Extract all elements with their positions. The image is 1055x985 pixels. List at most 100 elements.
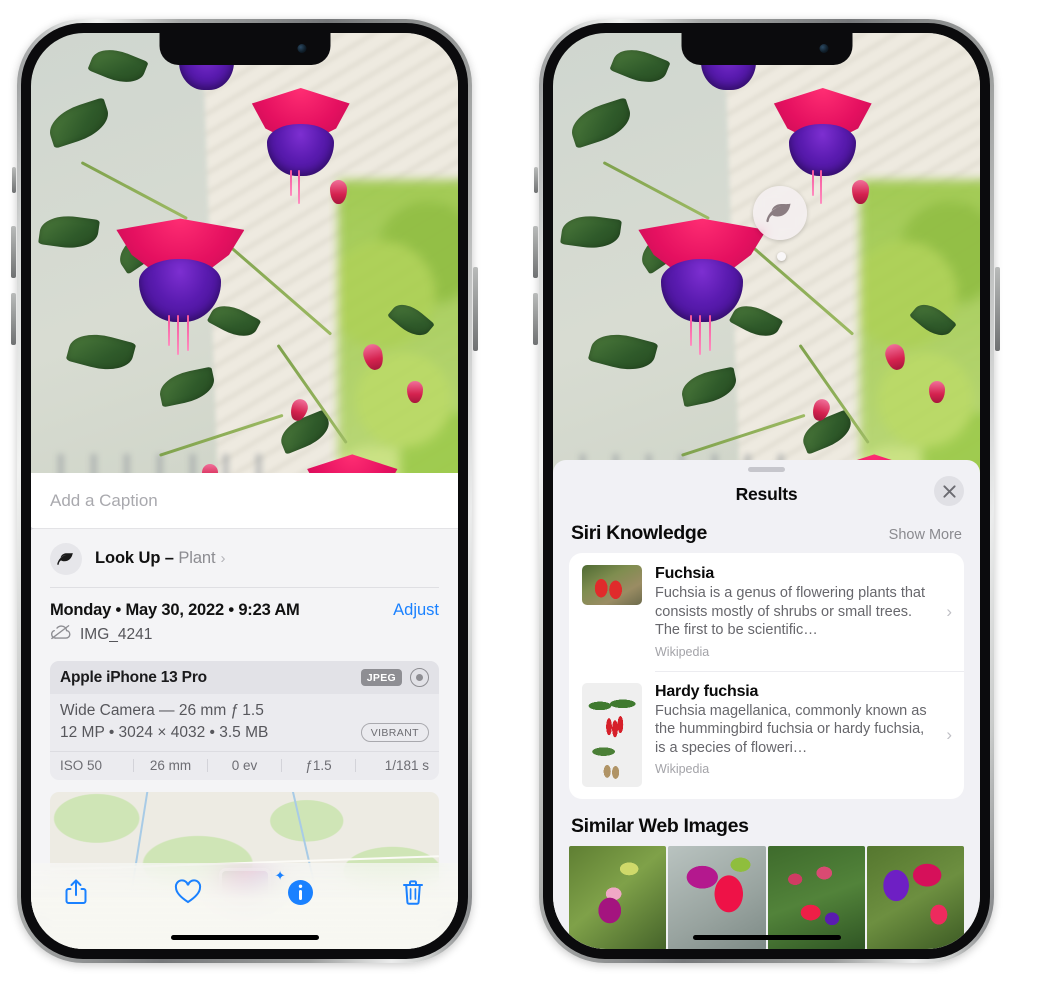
fuchsia-flower [771,87,875,204]
knowledge-thumbnail [582,565,642,605]
screenshot-stage: Add a Caption ✦ ✦ Look Up – Plant › [0,0,1055,985]
similar-web-images-strip[interactable] [553,845,980,949]
knowledge-description: Fuchsia magellanica, commonly known as t… [655,702,927,756]
lens-line: Wide Camera — 26 mm ƒ 1.5 [60,702,264,719]
phone-bezel-right: Results Siri Knowledge Show More Fuchsia… [543,23,990,959]
front-camera-icon [819,44,828,53]
chevron-right-icon: › [220,550,226,567]
photo-date: Monday • May 30, 2022 • 9:23 AM [50,601,300,619]
foliage-leaf [566,97,636,150]
heart-icon[interactable] [171,875,205,909]
exif-ev: 0 ev [231,758,258,773]
web-image-thumbnail[interactable] [569,845,667,949]
knowledge-thumbnail [582,682,642,787]
similar-web-images-header: Similar Web Images [553,799,980,846]
visual-lookup-anchor-dot [777,252,786,261]
exif-shutter: 1/181 s [384,758,429,773]
knowledge-row[interactable]: Hardy fuchsia Fuchsia magellanica, commo… [569,670,964,799]
display-notch [681,33,852,65]
chevron-right-icon: › [946,601,952,621]
raw-circle-icon [410,668,429,687]
plant-stem [602,161,711,221]
format-badge: JPEG [360,669,402,686]
volume-down-button[interactable] [11,293,16,345]
siri-knowledge-header: Siri Knowledge Show More [553,516,980,553]
foliage-leaf [559,212,622,253]
size-line: 12 MP • 3024 × 4032 • 3.5 MB [60,723,269,741]
similar-web-images-title: Similar Web Images [571,814,749,837]
cloud-slash-icon [50,624,72,645]
home-indicator[interactable] [170,935,319,940]
foliage-leaf [87,42,149,91]
caption-input-row[interactable]: Add a Caption [31,473,458,529]
volume-down-button[interactable] [533,293,538,345]
camera-card-body: Wide Camera — 26 mm ƒ 1.5 12 MP • 3024 ×… [50,694,439,751]
phone-right: Results Siri Knowledge Show More Fuchsia… [533,19,1000,963]
web-image-thumbnail[interactable] [767,845,865,949]
results-header: Results [553,472,980,516]
caption-placeholder: Add a Caption [50,490,158,510]
phone-left: Add a Caption ✦ ✦ Look Up – Plant › [11,19,478,963]
share-icon[interactable] [59,875,93,909]
power-button[interactable] [473,267,478,351]
knowledge-title: Fuchsia [655,565,715,582]
trash-icon[interactable] [396,875,430,909]
sparkle-icon: ✦ [274,868,286,883]
visual-lookup-leaf-badge[interactable] [753,186,807,240]
leaf-icon [50,542,82,575]
close-icon[interactable] [934,476,964,506]
foliage-leaf [156,366,218,408]
power-button[interactable] [995,267,1000,351]
camera-card-header: Apple iPhone 13 Pro JPEG [50,661,439,694]
web-image-thumbnail[interactable] [866,845,964,949]
fuchsia-flower [638,216,767,356]
home-indicator[interactable] [692,935,841,940]
front-camera-icon [297,44,306,53]
volume-up-button[interactable] [11,226,16,278]
photographic-style-badge: VIBRANT [360,723,429,742]
siri-knowledge-title: Siri Knowledge [571,522,707,544]
flower-bud [928,381,945,404]
knowledge-source: Wikipedia [655,762,710,777]
foliage-leaf [678,366,740,408]
screen-right: Results Siri Knowledge Show More Fuchsia… [553,33,980,949]
camera-info-card: Apple iPhone 13 Pro JPEG Wide Camera — 2… [50,661,439,780]
show-more-button[interactable]: Show More [889,527,962,543]
look-up-subject: Plant [178,549,216,567]
photo-filename: IMG_4241 [80,625,153,643]
results-title: Results [735,483,798,504]
adjust-button[interactable]: Adjust [393,601,439,620]
phone-bezel-left: Add a Caption ✦ ✦ Look Up – Plant › [21,23,468,959]
silent-switch[interactable] [534,167,538,193]
exif-iso: ISO 50 [60,758,103,773]
flower-bud [329,179,347,204]
foliage-leaf [44,97,114,150]
knowledge-source: Wikipedia [655,644,710,659]
silent-switch[interactable] [12,167,16,193]
look-up-label: Look Up – Plant [95,549,216,567]
web-image-thumbnail[interactable] [668,845,766,949]
chevron-right-icon: › [946,724,952,744]
siri-knowledge-card-group: Fuchsia Fuchsia is a genus of flowering … [569,553,964,799]
display-notch [159,33,330,65]
flower-bud [406,381,423,404]
foliage-leaf [37,212,100,253]
look-up-row[interactable]: ✦ ✦ Look Up – Plant › [31,522,458,588]
volume-up-button[interactable] [533,226,538,278]
exif-aperture: ƒ1.5 [305,758,332,773]
exif-focal: 26 mm [149,758,192,773]
sparkle-icon: ✦ [31,522,36,537]
results-sheet: Results Siri Knowledge Show More Fuchsia… [553,460,980,949]
knowledge-description: Fuchsia is a genus of flowering plants t… [655,585,926,639]
knowledge-row[interactable]: Fuchsia Fuchsia is a genus of flowering … [569,553,964,671]
exif-row: ISO 50 26 mm 0 ev ƒ1.5 1/181 s [50,751,439,780]
fuchsia-flower [116,216,245,356]
camera-model: Apple iPhone 13 Pro [60,668,207,686]
info-sparkle-icon[interactable]: ✦ [275,869,318,909]
flower-bud [851,179,869,204]
photo-metadata-block: Monday • May 30, 2022 • 9:23 AM Adjust I… [31,588,458,651]
knowledge-title: Hardy fuchsia [655,682,759,700]
foliage-leaf [609,42,671,91]
plant-stem [80,161,189,221]
screen-left: Add a Caption ✦ ✦ Look Up – Plant › [31,33,458,949]
